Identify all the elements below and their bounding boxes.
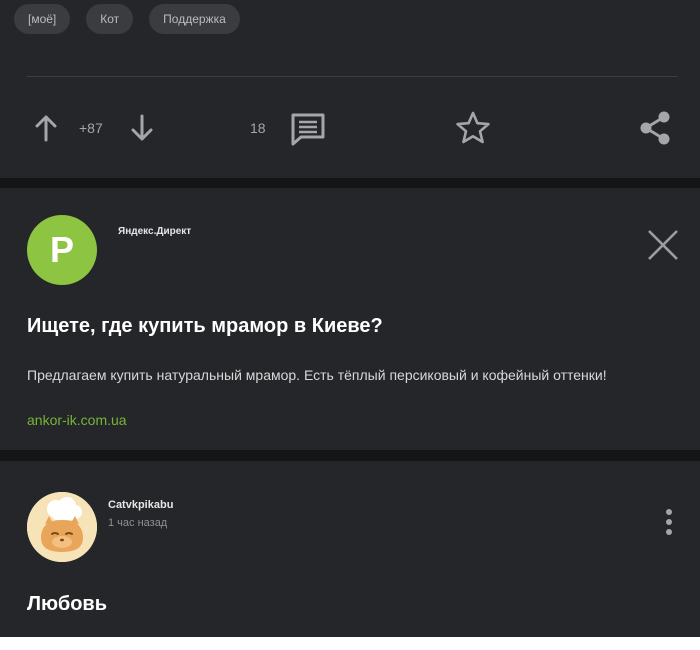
rating-count: +87: [79, 120, 103, 136]
share-button[interactable]: [638, 110, 672, 146]
comments-count: 18: [250, 120, 266, 136]
star-icon: [456, 111, 490, 144]
ad-avatar-letter: P: [49, 229, 74, 270]
comment-icon: [291, 113, 325, 146]
comments-count-label: 18: [250, 120, 266, 136]
close-icon: [648, 230, 678, 260]
ad-link[interactable]: ankor-ik.com.ua: [27, 412, 127, 428]
tag-item[interactable]: Поддержка: [149, 4, 240, 34]
close-ad-button[interactable]: [646, 228, 680, 262]
upvote-button[interactable]: [34, 114, 58, 142]
divider: [27, 76, 678, 77]
post-title[interactable]: Любовь: [27, 593, 107, 616]
share-icon: [640, 111, 670, 145]
cat-chef-avatar-icon: [27, 492, 97, 562]
ad-description: Предлагаем купить натуральный мрамор. Ес…: [27, 367, 607, 383]
arrow-up-icon: [35, 115, 57, 142]
post-footer-card: [моё] Кот Поддержка +87 18: [0, 0, 700, 178]
author-name[interactable]: Catvkpikabu: [108, 499, 173, 511]
ad-title[interactable]: Ищете, где купить мрамор в Киеве?: [27, 315, 383, 338]
rating: +87: [79, 120, 103, 136]
comments-button[interactable]: [290, 112, 326, 146]
tag-item[interactable]: [моё]: [14, 4, 71, 34]
ad-source: Яндекс.Директ: [118, 226, 192, 237]
tag-item[interactable]: Кот: [86, 4, 134, 34]
more-vertical-icon: [666, 509, 672, 535]
next-content-strip: [0, 637, 700, 650]
tag-list: [моё] Кот Поддержка: [14, 4, 240, 34]
post-time: 1 час назад: [108, 517, 168, 529]
ad-avatar: P: [27, 215, 97, 285]
post-actions-bar: +87 18: [0, 106, 700, 150]
arrow-down-icon: [131, 114, 153, 141]
downvote-button[interactable]: [130, 114, 154, 142]
author-avatar[interactable]: [27, 492, 97, 562]
save-button[interactable]: [455, 110, 491, 146]
more-menu-button[interactable]: [664, 508, 674, 536]
